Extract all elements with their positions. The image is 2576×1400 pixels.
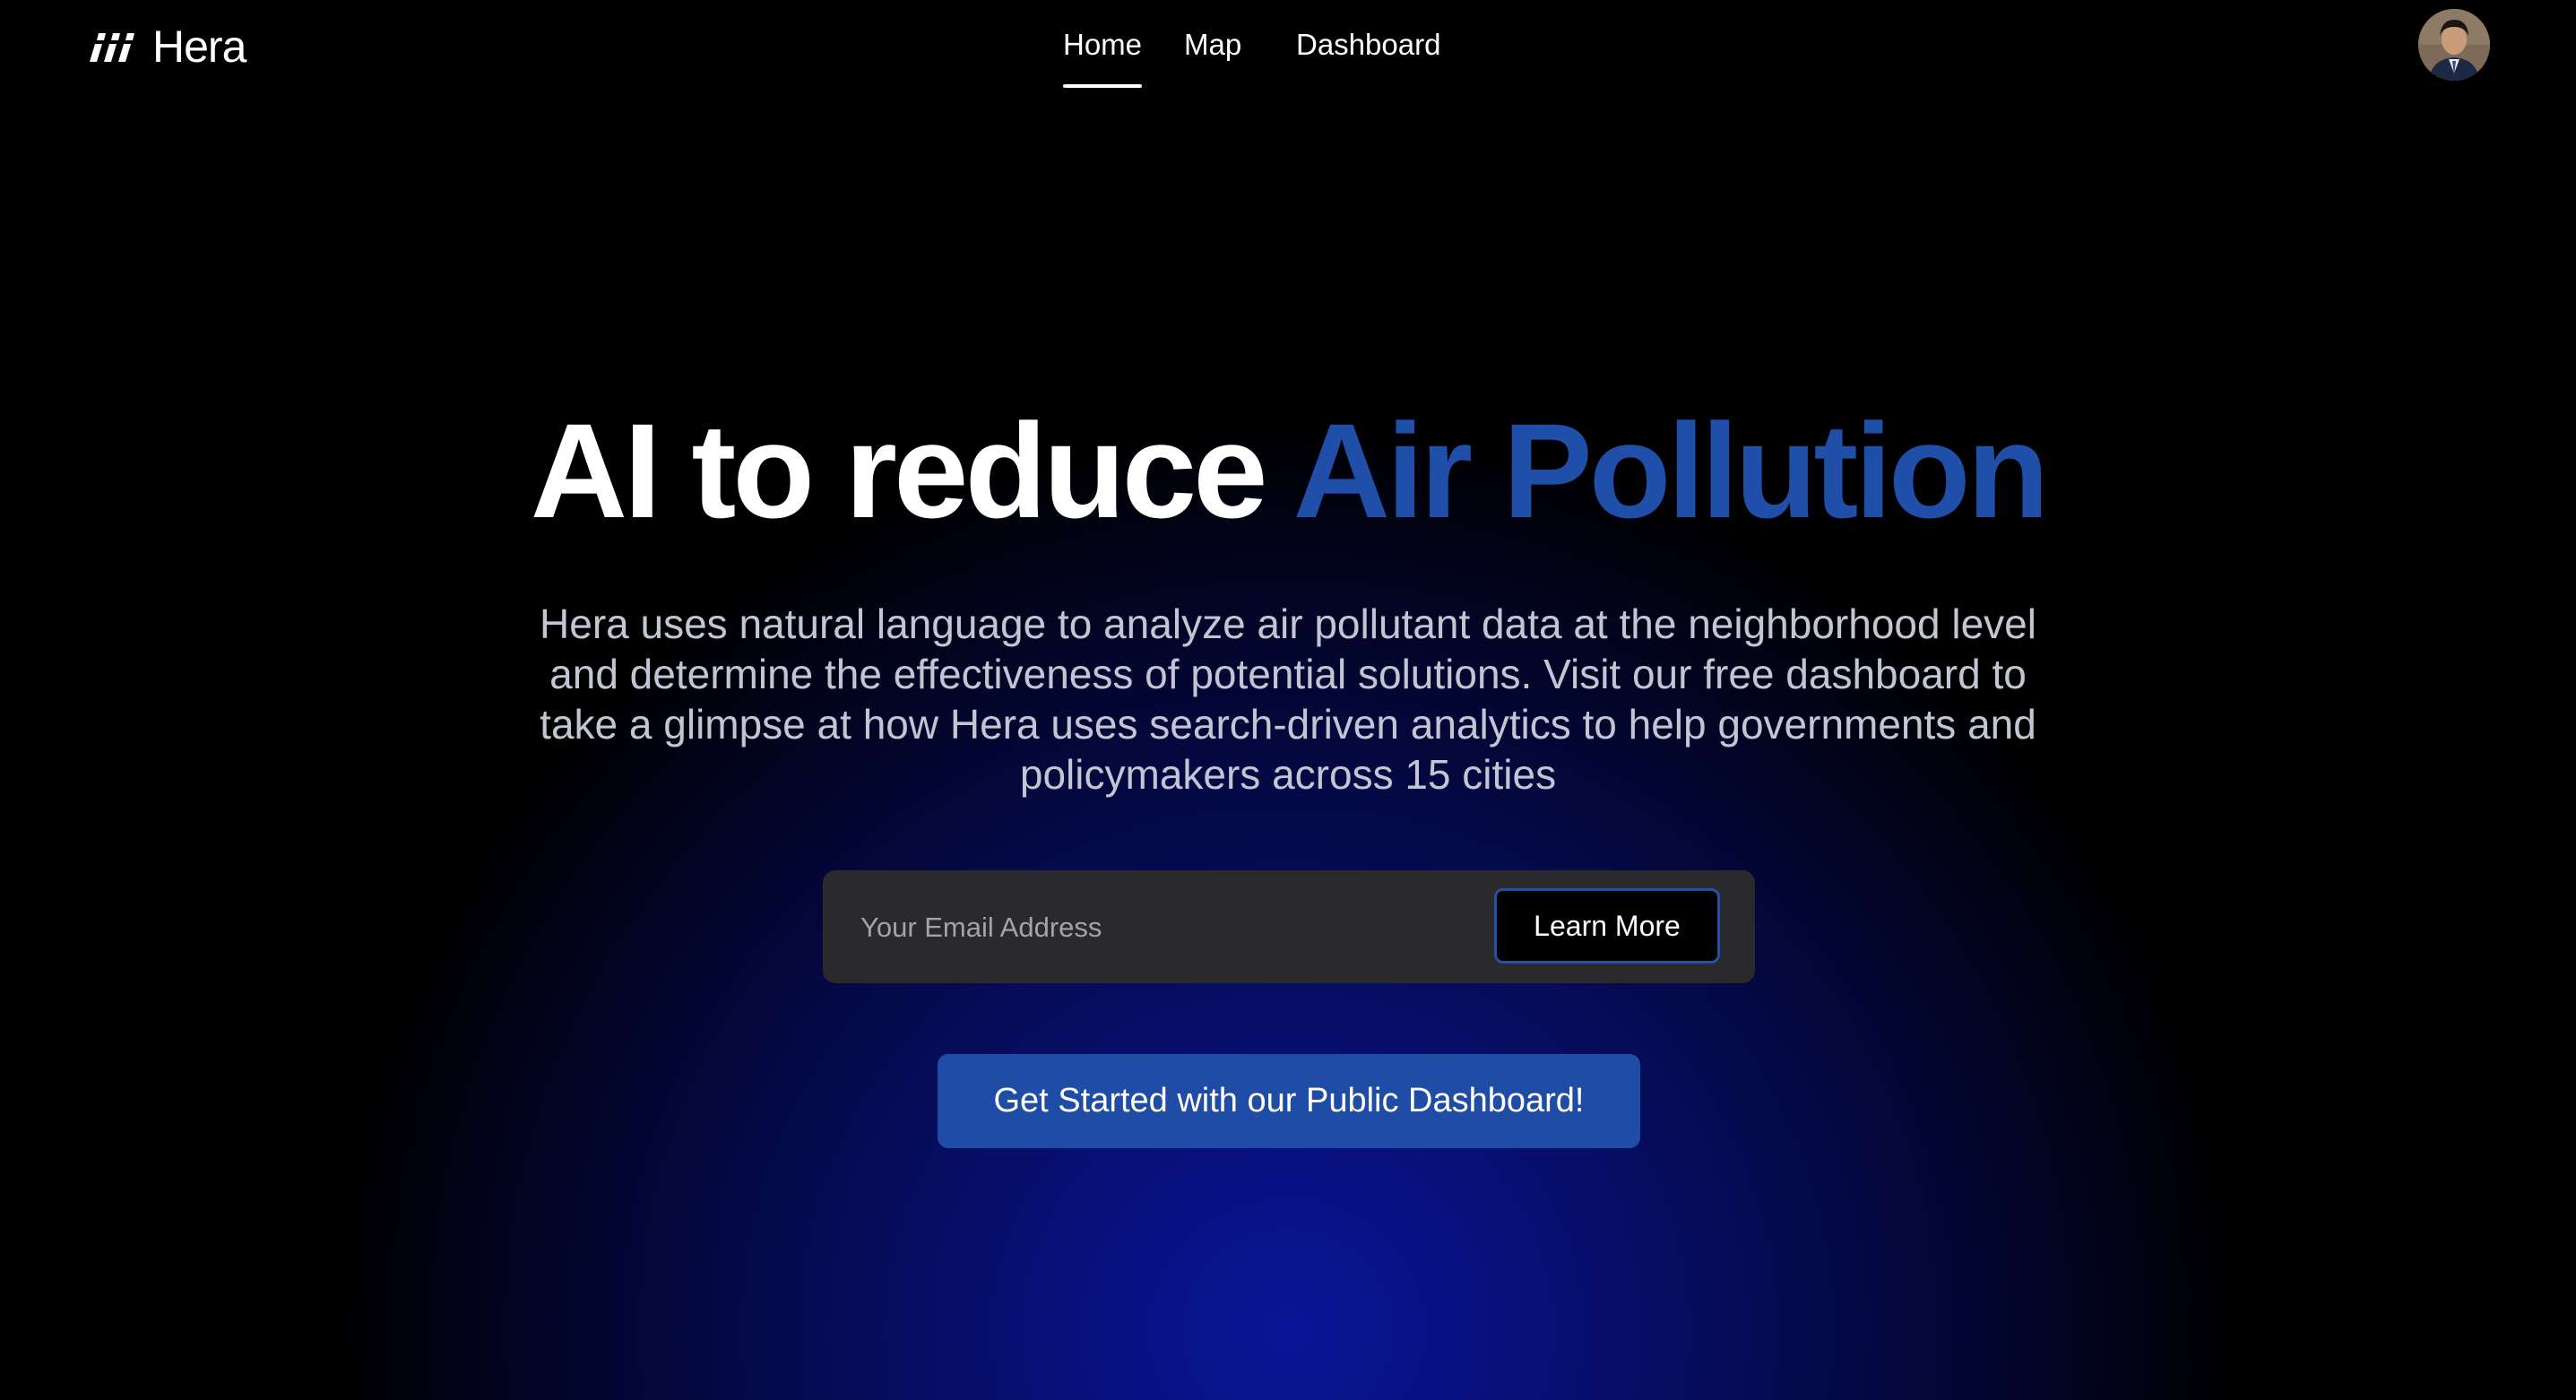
hero-title-accent: Air Pollution bbox=[1292, 395, 2050, 546]
nav-item-label: Home bbox=[1063, 28, 1143, 61]
hero-title: AI to reduce Air Pollution bbox=[0, 394, 2576, 547]
landing-page: Hera Home Map Dashboard AI to reduce Air… bbox=[0, 0, 2576, 1400]
nav-item-dashboard[interactable]: Dashboard bbox=[1296, 23, 1440, 66]
email-input[interactable] bbox=[859, 897, 1472, 958]
nav-item-home[interactable]: Home bbox=[1063, 23, 1143, 88]
top-header: Hera Home Map Dashboard bbox=[0, 0, 2576, 93]
hero-title-main: AI to reduce bbox=[530, 395, 1293, 546]
nav-item-label: Map bbox=[1184, 28, 1242, 61]
nav-item-label: Dashboard bbox=[1296, 28, 1441, 61]
brand-logo[interactable]: Hera bbox=[86, 22, 246, 72]
nav-item-map[interactable]: Map bbox=[1184, 23, 1241, 66]
hero-description: Hera uses natural language to analyze ai… bbox=[540, 601, 2036, 798]
learn-more-button[interactable]: Learn More bbox=[1494, 888, 1720, 964]
hera-logo-icon bbox=[90, 33, 134, 62]
email-signup-form: Learn More bbox=[823, 870, 1755, 983]
avatar-photo-icon bbox=[2418, 9, 2490, 81]
active-nav-indicator bbox=[1063, 84, 1143, 88]
user-avatar[interactable] bbox=[2418, 9, 2490, 81]
brand-name: Hera bbox=[152, 22, 246, 72]
public-dashboard-button[interactable]: Get Started with our Public Dashboard! bbox=[938, 1054, 1640, 1148]
